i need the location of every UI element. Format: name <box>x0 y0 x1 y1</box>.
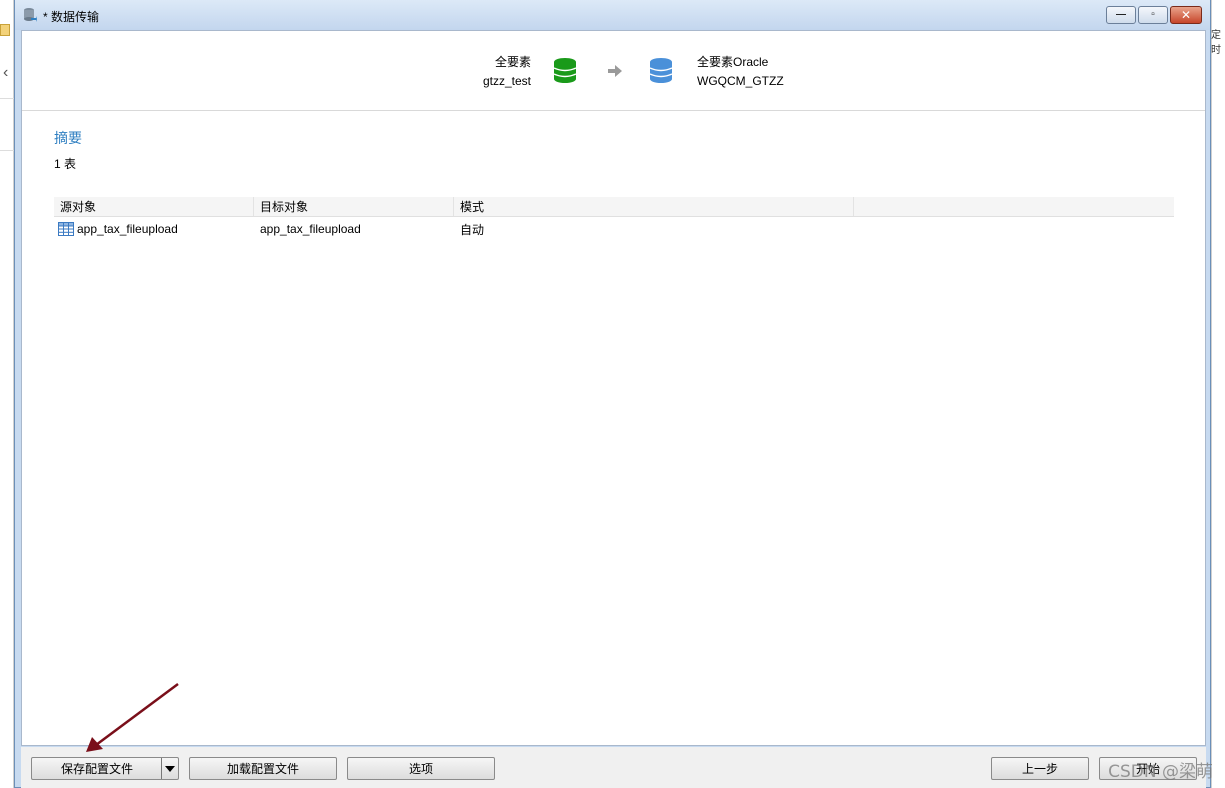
minimize-button[interactable]: — <box>1106 6 1136 24</box>
close-icon: ✕ <box>1180 8 1192 22</box>
column-header-source[interactable]: 源对象 <box>54 197 254 216</box>
source-connection: 全要素 gtzz_test <box>483 53 531 91</box>
transfer-objects-table: 源对象 目标对象 模式 app_tax_fileupload app_tax_f… <box>54 197 1174 241</box>
divider <box>0 98 14 99</box>
data-transfer-window: * 数据传输 — ▫ ✕ 全要素 gtzz_test 全要素Oracle WGQ… <box>14 0 1211 788</box>
background-app-right: 定时 <box>1211 0 1225 788</box>
maximize-button[interactable]: ▫ <box>1138 6 1168 24</box>
column-header-target[interactable]: 目标对象 <box>254 197 454 216</box>
dropdown-arrow-icon <box>165 765 175 772</box>
title-bar[interactable]: * 数据传输 — ▫ ✕ <box>15 0 1210 30</box>
window-controls: — ▫ ✕ <box>1106 6 1202 24</box>
column-header-mode[interactable]: 模式 <box>454 197 854 216</box>
source-object-name: app_tax_fileupload <box>77 222 178 236</box>
target-database-name: WGQCM_GTZZ <box>697 74 784 88</box>
target-object-name: app_tax_fileupload <box>260 222 361 236</box>
source-database-name: gtzz_test <box>482 74 531 88</box>
background-app-left: ‹ <box>0 0 14 788</box>
table-row[interactable]: app_tax_fileupload app_tax_fileupload 自动 <box>54 217 1174 241</box>
watermark: CSDN @梁萌 <box>1108 762 1213 782</box>
transfer-header: 全要素 gtzz_test 全要素Oracle WGQCM_GTZZ <box>22 31 1205 111</box>
source-database-icon <box>553 58 577 83</box>
database-transfer-icon <box>24 8 37 22</box>
background-text: 定时 <box>1211 30 1221 56</box>
maximize-icon: ▫ <box>1151 9 1155 20</box>
summary-count: 1 表 <box>54 157 77 171</box>
source-object-cell: app_tax_fileupload <box>54 222 254 236</box>
divider <box>0 150 14 151</box>
load-profile-button[interactable]: 加载配置文件 <box>189 757 337 780</box>
save-profile-label: 保存配置文件 <box>60 762 133 776</box>
source-connection-name: 全要素 <box>494 55 531 69</box>
previous-button[interactable]: 上一步 <box>991 757 1089 780</box>
table-header: 源对象 目标对象 模式 <box>54 197 1174 217</box>
arrow-right-icon <box>608 65 622 77</box>
column-header-empty <box>854 197 1174 216</box>
chevron-left-icon: ‹ <box>3 64 9 81</box>
window-title: * 数据传输 <box>43 10 100 24</box>
transfer-mode: 自动 <box>460 222 485 237</box>
save-profile-button[interactable]: 保存配置文件 <box>31 757 179 780</box>
minimize-icon: — <box>1116 9 1126 20</box>
save-profile-dropdown[interactable] <box>161 758 178 779</box>
target-connection-name: 全要素Oracle <box>697 55 769 69</box>
table-icon <box>58 222 74 236</box>
target-connection: 全要素Oracle WGQCM_GTZZ <box>697 53 784 91</box>
wizard-footer: 保存配置文件 加载配置文件 选项 上一步 开始 <box>21 747 1206 788</box>
folder-icon <box>0 24 10 36</box>
summary-heading: 摘要 <box>54 130 82 146</box>
options-button[interactable]: 选项 <box>347 757 495 780</box>
wizard-content: 全要素 gtzz_test 全要素Oracle WGQCM_GTZZ 摘要 1 … <box>21 30 1206 746</box>
target-database-icon <box>649 58 673 83</box>
close-button[interactable]: ✕ <box>1170 6 1202 24</box>
